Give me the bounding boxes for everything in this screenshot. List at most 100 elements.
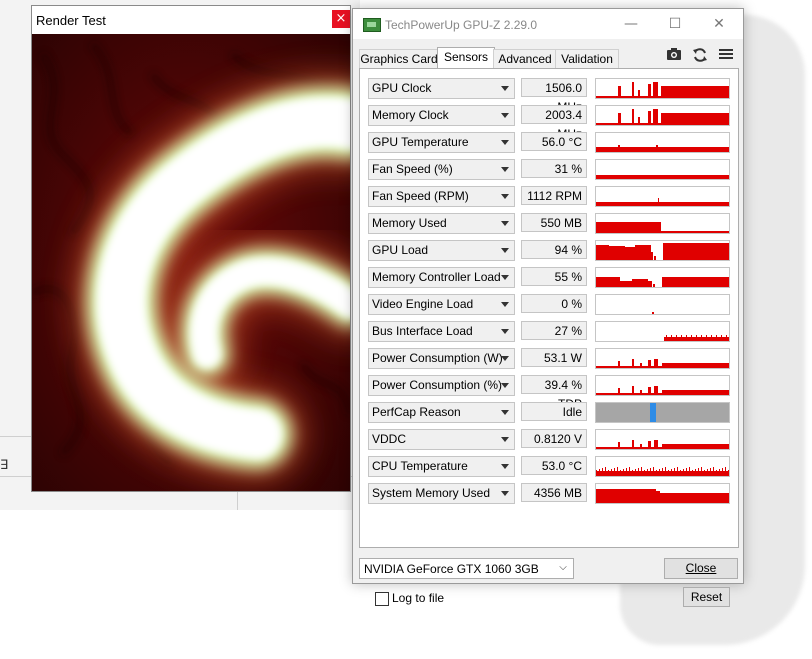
sensor-name: Bus Interface Load	[372, 324, 473, 338]
sensor-value: 56.0 °C	[521, 132, 587, 151]
camera-icon[interactable]	[665, 47, 683, 63]
minimize-button[interactable]: —	[621, 15, 641, 33]
sensor-select[interactable]: Video Engine Load	[368, 294, 515, 315]
sensor-select[interactable]: Power Consumption (%)	[368, 375, 515, 396]
sensor-name: Fan Speed (%)	[372, 162, 453, 176]
sensor-row: CPU Temperature 53.0 °C	[368, 456, 735, 477]
dropdown-arrow-icon	[501, 248, 509, 253]
dropdown-arrow-icon	[501, 113, 509, 118]
render-test-window[interactable]: Render Test ×	[31, 5, 351, 492]
sensor-name: Memory Controller Load	[372, 270, 501, 284]
sensor-graph	[595, 132, 730, 153]
gpuz-window[interactable]: TechPowerUp GPU-Z 2.29.0 — ☐ ✕ Graphics …	[352, 8, 744, 607]
sensor-graph	[595, 159, 730, 180]
tab-validation[interactable]: Validation	[555, 49, 619, 69]
sensor-value: 53.1 W	[521, 348, 587, 367]
sensor-row: GPU Clock 1506.0 MHz	[368, 78, 735, 114]
sensor-value: 550 MB	[521, 213, 587, 232]
sensor-name: CPU Temperature	[372, 459, 468, 473]
gpu-select-value: NVIDIA GeForce GTX 1060 3GB	[364, 562, 539, 576]
sensor-name: PerfCap Reason	[372, 405, 461, 419]
sensor-value: Idle	[521, 402, 587, 421]
sensor-select[interactable]: Power Consumption (W)	[368, 348, 515, 369]
background-icon: ∃	[0, 458, 9, 473]
tab-graphics-card[interactable]: Graphics Card	[359, 49, 439, 69]
dropdown-arrow-icon	[501, 437, 509, 442]
sensor-graph	[595, 375, 730, 396]
sensor-graph	[595, 483, 730, 504]
dropdown-arrow-icon	[501, 194, 509, 199]
sensor-row: Fan Speed (%) 31 %	[368, 159, 735, 180]
render-test-canvas	[32, 34, 350, 491]
sensor-graph	[595, 267, 730, 288]
sensor-select[interactable]: GPU Load	[368, 240, 515, 261]
sensor-row: Bus Interface Load 27 %	[368, 321, 735, 342]
sensor-row: Video Engine Load 0 %	[368, 294, 735, 315]
sensor-select[interactable]: Memory Clock	[368, 105, 515, 126]
dropdown-arrow-icon	[501, 491, 509, 496]
sensor-select[interactable]: Bus Interface Load	[368, 321, 515, 342]
sensor-row: Power Consumption (W) 53.1 W	[368, 348, 735, 369]
sensor-select[interactable]: GPU Temperature	[368, 132, 515, 153]
sensor-row: System Memory Used 4356 MB	[368, 483, 735, 504]
maximize-button[interactable]: ☐	[665, 15, 685, 33]
sensor-name: Power Consumption (%)	[372, 378, 503, 392]
sensor-graph	[595, 321, 730, 342]
sensor-name: GPU Temperature	[372, 135, 469, 149]
sensor-graph	[595, 456, 730, 477]
chevron-down-icon: ⌵	[559, 562, 567, 573]
sensor-graph	[595, 186, 730, 207]
sensor-value: 1112 RPM	[521, 186, 587, 205]
dropdown-arrow-icon	[501, 464, 509, 469]
sensor-name: Memory Used	[372, 216, 447, 230]
render-test-close-button[interactable]: ×	[332, 10, 350, 28]
sensor-name: GPU Clock	[372, 81, 432, 95]
gpuz-window-title: TechPowerUp GPU-Z 2.29.0	[385, 18, 538, 32]
sensor-select[interactable]: VDDC	[368, 429, 515, 450]
sensor-select[interactable]: Fan Speed (%)	[368, 159, 515, 180]
gpuz-app-icon	[363, 18, 381, 32]
sensor-name: Power Consumption (W)	[372, 351, 503, 365]
close-button[interactable]: Close	[664, 558, 738, 579]
sensor-name: VDDC	[372, 432, 407, 446]
log-to-file-checkbox[interactable]	[375, 592, 389, 606]
sensor-name: Video Engine Load	[372, 297, 474, 311]
sensor-select[interactable]: Memory Used	[368, 213, 515, 234]
dropdown-arrow-icon	[501, 356, 509, 361]
gpuz-titlebar[interactable]: TechPowerUp GPU-Z 2.29.0 — ☐ ✕	[353, 9, 743, 39]
sensor-graph	[595, 294, 730, 315]
sensor-row: Memory Used 550 MB	[368, 213, 735, 234]
sensor-value: 31 %	[521, 159, 587, 178]
sensor-value: 1506.0 MHz	[521, 78, 587, 114]
sensor-graph	[595, 348, 730, 369]
sensor-value: 55 %	[521, 267, 587, 286]
sensor-row: PerfCap Reason Idle	[368, 402, 735, 423]
menu-icon[interactable]	[717, 47, 735, 63]
sensor-value: 53.0 °C	[521, 456, 587, 475]
sensor-graph	[595, 240, 730, 261]
sensor-select[interactable]: System Memory Used	[368, 483, 515, 504]
dropdown-arrow-icon	[501, 167, 509, 172]
sensor-name: GPU Load	[372, 243, 429, 257]
sensor-graph	[595, 402, 730, 423]
gpu-select[interactable]: NVIDIA GeForce GTX 1060 3GB ⌵	[359, 558, 574, 579]
sensor-name: System Memory Used	[372, 486, 491, 500]
sensor-select[interactable]: GPU Clock	[368, 78, 515, 99]
dropdown-arrow-icon	[501, 329, 509, 334]
close-window-button[interactable]: ✕	[709, 15, 729, 33]
tab-sensors[interactable]: Sensors	[437, 47, 495, 70]
reset-button[interactable]: Reset	[683, 587, 730, 607]
tab-advanced[interactable]: Advanced	[493, 49, 557, 69]
sensors-panel: GPU Clock 1506.0 MHz Memory Clock 2003.4…	[359, 68, 739, 607]
sensor-value: 39.4 % TDP	[521, 375, 587, 411]
sensor-select[interactable]: Fan Speed (RPM)	[368, 186, 515, 207]
sensor-select[interactable]: CPU Temperature	[368, 456, 515, 477]
dropdown-arrow-icon	[501, 86, 509, 91]
sensor-row: Memory Controller Load 55 %	[368, 267, 735, 288]
refresh-icon[interactable]	[691, 47, 709, 63]
sensor-row: Fan Speed (RPM) 1112 RPM	[368, 186, 735, 207]
background-divider	[0, 436, 33, 437]
sensor-select[interactable]: PerfCap Reason	[368, 402, 515, 423]
sensor-select[interactable]: Memory Controller Load	[368, 267, 515, 288]
sensor-value: 2003.4 MHz	[521, 105, 587, 141]
